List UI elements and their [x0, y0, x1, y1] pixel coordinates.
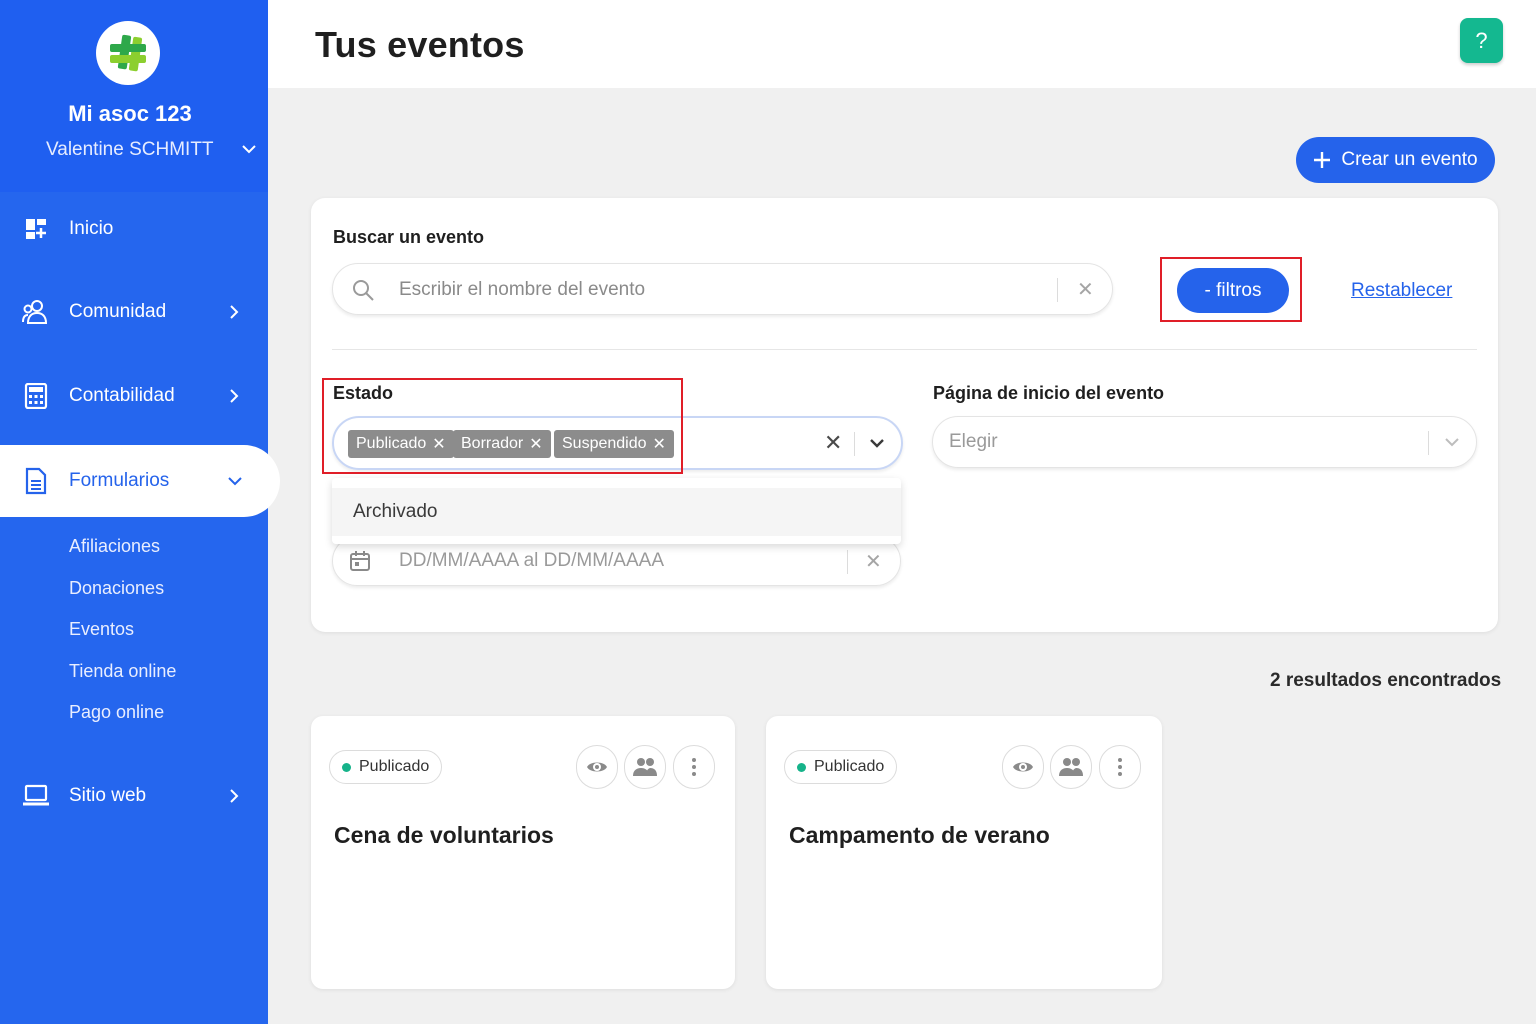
- user-name[interactable]: Valentine SCHMITT: [46, 139, 214, 161]
- pagina-select[interactable]: Elegir: [932, 416, 1477, 468]
- more-options-button[interactable]: [1099, 745, 1141, 789]
- sidebar-item-inicio[interactable]: Inicio: [0, 199, 268, 259]
- page-header: Tus eventos ?: [268, 0, 1536, 88]
- eye-icon: [1013, 762, 1033, 772]
- participants-button[interactable]: [624, 745, 666, 789]
- dashboard-icon: [22, 215, 50, 243]
- status-dot: [797, 762, 806, 772]
- laptop-icon: [22, 782, 50, 810]
- org-header: Mi asoc 123 Valentine SCHMITT: [0, 0, 268, 192]
- chevron-down-icon: [228, 477, 242, 486]
- document-icon: [22, 467, 50, 495]
- view-button[interactable]: [1002, 745, 1044, 789]
- status-badge: Publicado: [329, 750, 443, 784]
- clear-date-icon[interactable]: ✕: [865, 549, 882, 574]
- divider: [332, 349, 1477, 350]
- reset-link[interactable]: Restablecer: [1351, 280, 1452, 302]
- separator: [1428, 431, 1429, 455]
- clear-search-icon[interactable]: ✕: [1077, 277, 1094, 302]
- status-label: Publicado: [359, 758, 430, 775]
- separator: [854, 432, 855, 456]
- event-card[interactable]: Publicado Campamento de verano: [766, 716, 1162, 989]
- pagina-label: Página de inicio del evento: [933, 383, 1165, 403]
- sidebar-subitem-tienda-online[interactable]: Tienda online: [69, 661, 176, 682]
- view-button[interactable]: [576, 745, 618, 789]
- more-vertical-icon: [1118, 758, 1122, 776]
- calendar-icon: [350, 551, 370, 571]
- event-card[interactable]: Publicado Cena de voluntarios: [311, 716, 735, 989]
- clear-all-icon[interactable]: ✕: [824, 430, 842, 456]
- event-title: Cena de voluntarios: [334, 822, 554, 848]
- chevron-down-icon[interactable]: [868, 434, 886, 452]
- search-label: Buscar un evento: [333, 227, 485, 247]
- sidebar: Mi asoc 123 Valentine SCHMITT Inicio Com…: [0, 0, 280, 1024]
- sidebar-subitem-eventos[interactable]: Eventos: [69, 619, 134, 640]
- create-event-button[interactable]: Crear un evento: [1296, 137, 1495, 183]
- pagina-placeholder: Elegir: [949, 431, 998, 452]
- sidebar-item-formularios[interactable]: Formularios: [0, 445, 280, 517]
- search-icon: [353, 280, 374, 301]
- sidebar-item-contabilidad[interactable]: Contabilidad: [0, 366, 268, 426]
- results-count: 2 resultados encontrados: [1270, 670, 1502, 691]
- sidebar-subitem-afiliaciones[interactable]: Afiliaciones: [69, 536, 160, 557]
- status-dot: [342, 762, 351, 772]
- search-field: ✕: [332, 263, 1113, 315]
- sidebar-item-label: Inicio: [69, 218, 114, 239]
- more-vertical-icon: [692, 758, 696, 776]
- sidebar-item-comunidad[interactable]: Comunidad: [0, 282, 268, 342]
- sidebar-item-label: Comunidad: [69, 301, 167, 322]
- status-label: Publicado: [814, 758, 885, 775]
- chevron-right-icon: [230, 789, 239, 803]
- filter-panel: Buscar un evento ✕ - filtros Restablecer…: [311, 198, 1498, 632]
- event-title: Campamento de verano: [789, 822, 1050, 848]
- page-title: Tus eventos: [315, 24, 525, 65]
- search-input[interactable]: [399, 276, 1039, 304]
- sidebar-item-label: Sitio web: [69, 785, 147, 806]
- highlight-box: [1160, 257, 1302, 322]
- sidebar-item-label: Contabilidad: [69, 385, 175, 406]
- participants-button[interactable]: [1050, 745, 1092, 789]
- sidebar-item-sitio-web[interactable]: Sitio web: [0, 766, 268, 826]
- date-placeholder: DD/MM/AAAA al DD/MM/AAAA: [399, 550, 664, 571]
- plus-icon: [1314, 152, 1331, 168]
- org-logo: [96, 21, 160, 85]
- org-name: Mi asoc 123: [68, 101, 192, 126]
- separator: [847, 550, 848, 574]
- help-button[interactable]: ?: [1460, 18, 1503, 63]
- eye-icon: [587, 762, 607, 772]
- create-event-label: Crear un evento: [1341, 149, 1478, 170]
- sidebar-subitem-pago-online[interactable]: Pago online: [69, 702, 164, 723]
- users-icon: [22, 298, 50, 326]
- more-options-button[interactable]: [673, 745, 715, 789]
- chevron-right-icon: [230, 305, 239, 319]
- hashtag-logo-icon: [110, 34, 146, 72]
- chevron-right-icon: [230, 389, 239, 403]
- sidebar-subitem-donaciones[interactable]: Donaciones: [69, 578, 164, 599]
- chevron-down-icon[interactable]: [1443, 433, 1461, 451]
- highlight-box: [322, 378, 683, 474]
- separator: [1057, 278, 1058, 302]
- status-badge: Publicado: [784, 750, 898, 784]
- group-icon: [1059, 758, 1083, 776]
- dropdown-option-archivado[interactable]: Archivado: [332, 488, 901, 536]
- group-icon: [633, 758, 657, 776]
- chevron-down-icon[interactable]: [240, 140, 258, 158]
- sidebar-item-label: Formularios: [69, 470, 170, 491]
- calculator-icon: [22, 382, 50, 410]
- estado-dropdown-menu: Archivado: [332, 478, 901, 544]
